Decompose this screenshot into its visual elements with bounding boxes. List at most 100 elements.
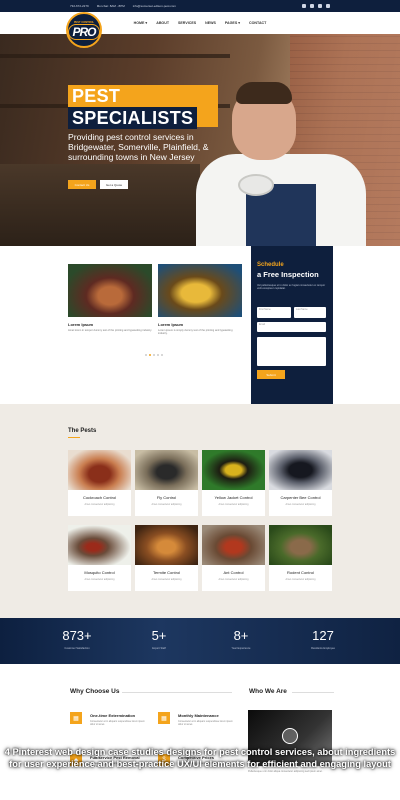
- schedule-title: a Free Inspection: [257, 270, 319, 279]
- card-title: Lorem Ipsum: [158, 322, 184, 327]
- technician-hair: [236, 82, 292, 104]
- pest-card[interactable]: Termite Control Amet consectetur adipisc…: [135, 525, 198, 591]
- message-field[interactable]: [257, 337, 326, 366]
- pest-desc: Amet consectetur adipiscing: [84, 503, 115, 506]
- stat-item: 8+ Year Experience: [213, 628, 269, 664]
- pest-desc: Amet consectetur adipiscing: [84, 578, 115, 581]
- stats-band: 873+ Customer Satisfaction 5+ Expert Staff…: [0, 618, 400, 664]
- feature-item: ▦ Monthly Maintenance Consectetur at in …: [158, 712, 238, 742]
- social-icons: [302, 4, 330, 8]
- last-name-field[interactable]: Last Name: [294, 307, 326, 318]
- calendar-icon: ▦: [70, 712, 82, 724]
- submit-button[interactable]: Submit: [257, 370, 285, 379]
- card-text: Amet lorem in tempor dummy text of the p…: [68, 329, 152, 332]
- who-text: Pellentesque ut in dolor aliqua consecte…: [248, 770, 323, 773]
- carousel-dot[interactable]: [157, 354, 159, 356]
- carousel-dot[interactable]: [161, 354, 163, 356]
- pests-heading: The Pests: [68, 428, 97, 438]
- nav-services[interactable]: SERVICES: [178, 21, 196, 25]
- carpenter-bee-image: [269, 450, 332, 490]
- nav-about[interactable]: ABOUT: [156, 21, 169, 25]
- pest-name: Mosquito Control: [84, 570, 115, 575]
- pest-name: Yellow Jacket Control: [214, 495, 253, 500]
- pest-card[interactable]: Fly Control Amet consectetur adipiscing: [135, 450, 198, 516]
- feature-text: Consectetur at in aliquam suspendisse lo…: [90, 720, 145, 727]
- pest-desc: Amet consectetur adipiscing: [285, 503, 316, 506]
- play-icon[interactable]: [282, 728, 298, 744]
- carousel-dot[interactable]: [153, 354, 155, 356]
- termite-image: [135, 525, 198, 565]
- card-image: [158, 264, 242, 317]
- pest-card[interactable]: Yellow Jacket Control Amet consectetur a…: [202, 450, 265, 516]
- pest-name: Ant Control: [223, 570, 244, 575]
- stat-number: 127: [312, 628, 334, 643]
- ant-image: [202, 525, 265, 565]
- get-quote-button[interactable]: Get a Quote: [100, 180, 128, 189]
- counter: [0, 164, 200, 246]
- yellow-jacket-image: [202, 450, 265, 490]
- pest-card[interactable]: Cockroach Control Amet consectetur adipi…: [68, 450, 131, 516]
- divider: [122, 692, 232, 693]
- schedule-kicker: Schedule: [257, 262, 284, 268]
- calendar-icon: ▦: [158, 712, 170, 724]
- service-card[interactable]: Lorem Ipsum Lorem ipsum is simply dummy …: [158, 264, 242, 335]
- pest-name: Carpenter Bee Control: [280, 495, 321, 500]
- twitter-icon[interactable]: [310, 4, 314, 8]
- stat-label: Residents Employee: [311, 647, 335, 650]
- respirator-mask: [238, 174, 274, 196]
- pest-card[interactable]: Carpenter Bee Control Amet consectetur a…: [269, 450, 332, 516]
- carousel-dot[interactable]: [149, 354, 151, 356]
- instagram-icon[interactable]: [326, 4, 330, 8]
- carousel-dot[interactable]: [145, 354, 147, 356]
- hero-title-line2: SPECIALISTS: [68, 107, 198, 129]
- youtube-icon[interactable]: [318, 4, 322, 8]
- top-bar: 732-672-2279 Mon-Sat: 8AM - 8PM info@som…: [0, 0, 400, 12]
- card-image: [68, 264, 152, 317]
- pest-card[interactable]: Rodent Control Amet consectetur adipisci…: [269, 525, 332, 591]
- service-card[interactable]: Lorem Ipsum Amet lorem in tempor dummy t…: [68, 264, 152, 332]
- stat-item: 5+ Expert Staff: [131, 628, 187, 664]
- feature-title: Monthly Maintenance: [178, 713, 219, 718]
- stat-item: 873+ Customer Satisfaction: [49, 628, 105, 664]
- schedule-text: Vel pellentesque ut in dolor ex fugiat c…: [257, 284, 326, 291]
- hours-info: Mon-Sat: 8AM - 8PM: [96, 4, 125, 8]
- rodent-image: [269, 525, 332, 565]
- stat-number: 873+: [62, 628, 92, 643]
- site-logo[interactable]: PEST CONTROL PRO: [66, 12, 102, 48]
- pest-card[interactable]: Ant Control Amet consectetur adipiscing: [202, 525, 265, 591]
- feature-title: One-time Extermination: [90, 713, 136, 718]
- nav-contact[interactable]: CONTACT: [249, 21, 266, 25]
- stat-label: Customer Satisfaction: [64, 647, 90, 650]
- pest-name: Fly Control: [156, 495, 177, 500]
- stat-label: Year Experience: [231, 647, 251, 650]
- pest-desc: Amet consectetur adipiscing: [151, 503, 182, 506]
- email-info[interactable]: info@somerset-edison-pest.com: [133, 4, 176, 8]
- card-text: Lorem ipsum is simply dummy text of the …: [158, 329, 233, 336]
- card-title: Lorem Ipsum: [68, 322, 94, 327]
- facebook-icon[interactable]: [302, 4, 306, 8]
- hero-subtitle: Providing pest control services in Bridg…: [68, 132, 209, 162]
- first-name-field[interactable]: First Name: [257, 307, 291, 318]
- cockroach-image: [68, 450, 131, 490]
- feature-item: ▦ One-time Extermination Consectetur at …: [70, 712, 150, 742]
- email-field[interactable]: Email: [257, 322, 326, 332]
- nav-news[interactable]: NEWS: [205, 21, 216, 25]
- nav-home[interactable]: HOME ▾: [134, 21, 148, 25]
- overlay-caption: 4 Pinterest web design case studies desi…: [4, 747, 396, 769]
- pests-section: [0, 404, 400, 618]
- carousel-dots[interactable]: [145, 354, 163, 356]
- pest-name: Termite Control: [152, 570, 181, 575]
- stat-label: Expert Staff: [152, 647, 166, 650]
- who-heading: Who We Are: [249, 688, 287, 695]
- pest-card[interactable]: Mosquito Control Amet consectetur adipis…: [68, 525, 131, 591]
- fly-image: [135, 450, 198, 490]
- stat-item: 127 Residents Employee: [295, 628, 351, 664]
- pest-desc: Amet consectetur adipiscing: [218, 503, 249, 506]
- contact-us-button[interactable]: Contact Us: [68, 180, 96, 189]
- nav-pages[interactable]: PAGES ▾: [225, 21, 240, 25]
- pest-name: Cockroach Control: [82, 495, 117, 500]
- divider: [292, 692, 334, 693]
- main-nav: HOME ▾ ABOUT SERVICES NEWS PAGES ▾ CONTA…: [0, 12, 400, 34]
- phone-info[interactable]: 732-672-2279: [70, 4, 89, 8]
- logo-text: PRO: [68, 23, 100, 40]
